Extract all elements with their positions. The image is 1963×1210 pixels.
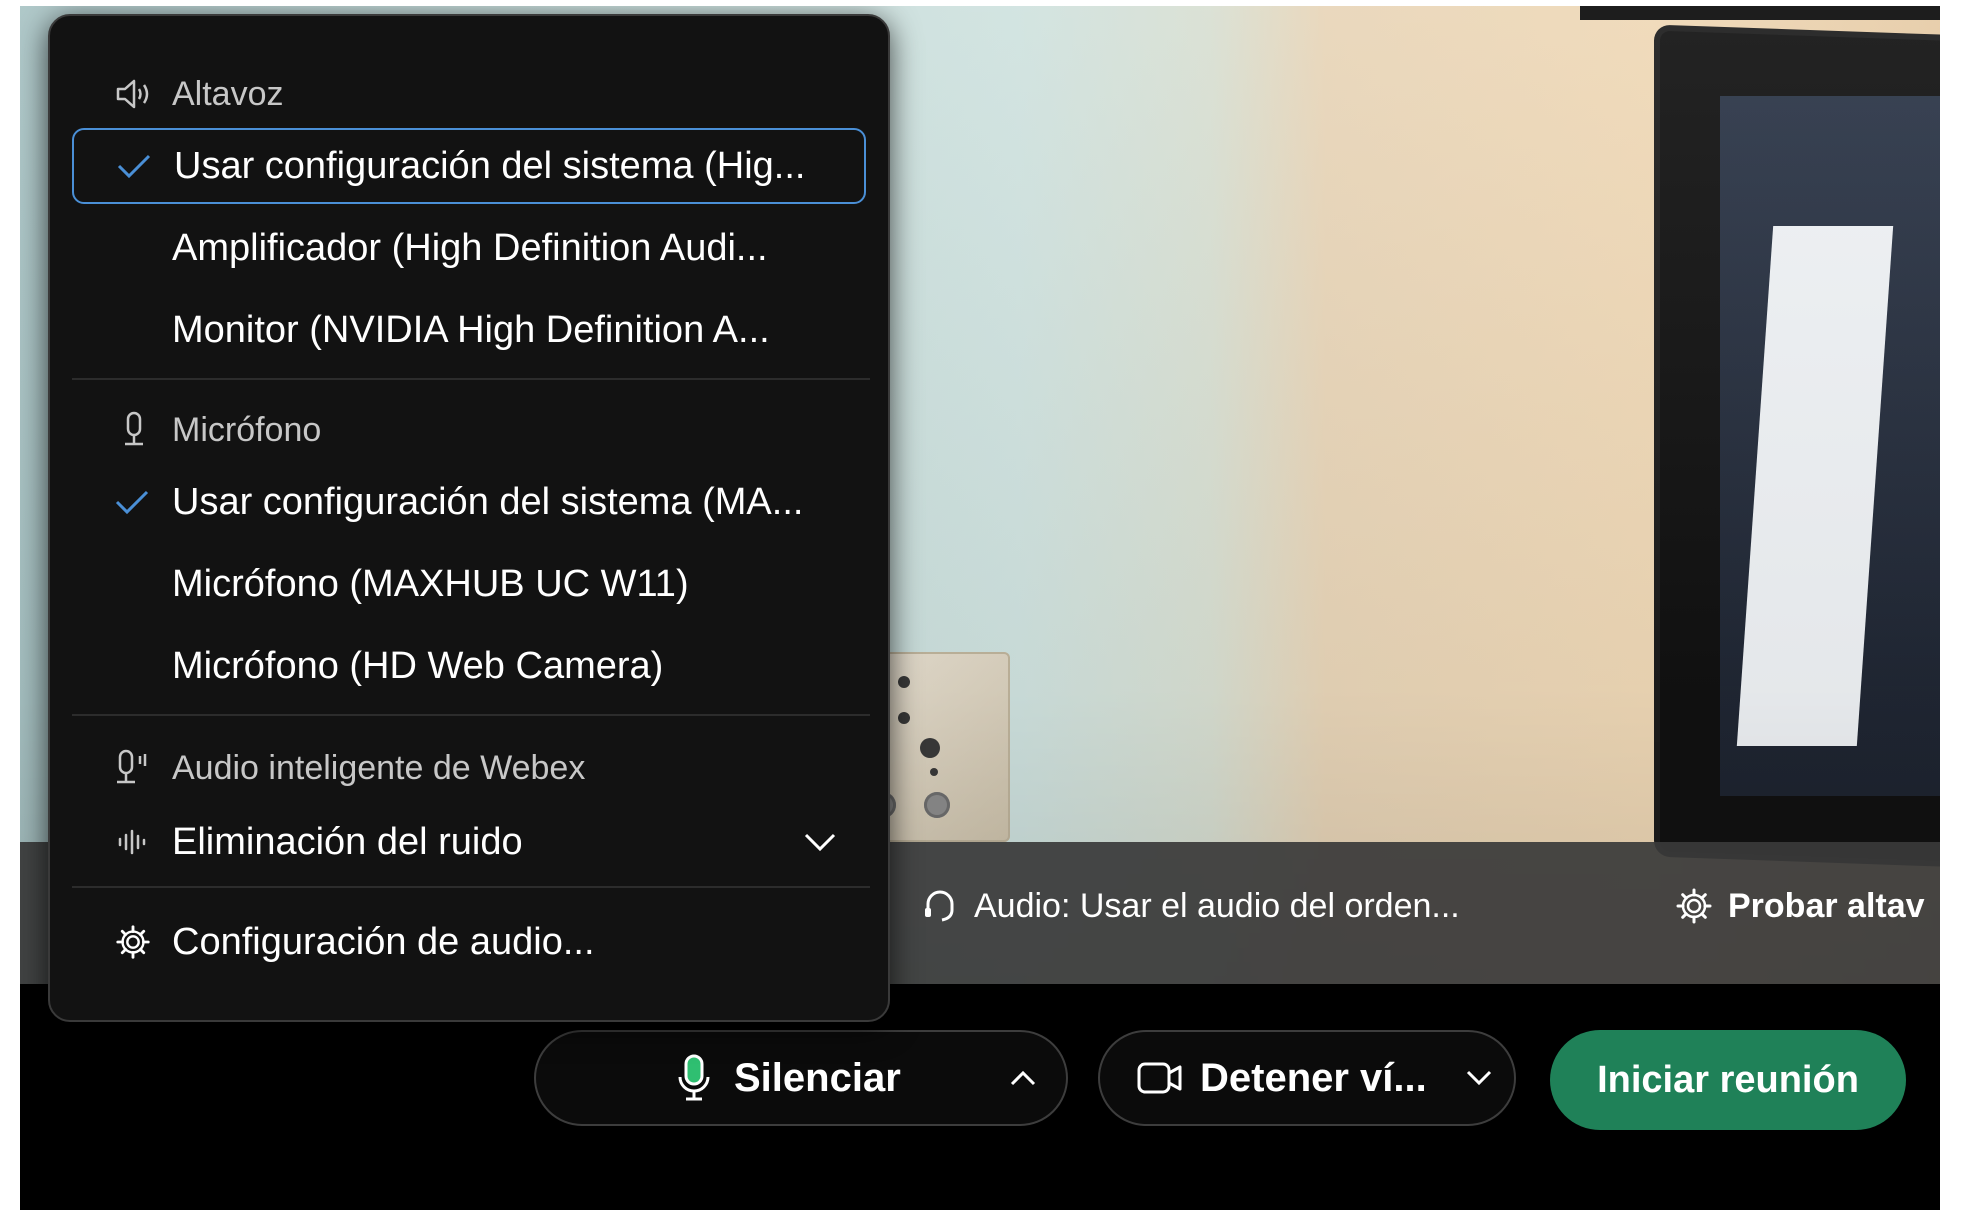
speaker-option-system[interactable]: Usar configuración del sistema (Hig... — [72, 128, 866, 204]
start-meeting-label: Iniciar reunión — [1597, 1058, 1859, 1101]
audio-connection-button[interactable]: Audio: Usar el audio del orden... — [920, 886, 1460, 926]
smart-audio-icon — [114, 748, 154, 788]
microphone-option-maxhub[interactable]: Micrófono (MAXHUB UC W11) — [72, 546, 866, 622]
mute-button[interactable]: Silenciar — [534, 1030, 1068, 1126]
stop-video-label: Detener ví... — [1200, 1055, 1427, 1100]
menu-divider — [72, 714, 870, 716]
video-camera-icon — [1136, 1060, 1184, 1096]
microphone-option-system[interactable]: Usar configuración del sistema (MA... — [72, 464, 866, 540]
gear-icon — [114, 923, 152, 961]
start-meeting-button[interactable]: Iniciar reunión — [1550, 1030, 1906, 1130]
noise-removal-label: Eliminación del ruido — [172, 820, 523, 863]
microphone-icon — [676, 1053, 712, 1103]
microphone-heading: Micrófono — [172, 410, 322, 449]
menu-divider — [72, 378, 870, 380]
smart-audio-heading: Audio inteligente de Webex — [172, 748, 586, 787]
headset-icon — [920, 886, 960, 926]
speaker-icon — [114, 76, 154, 112]
test-speaker-label: Probar altav — [1728, 886, 1925, 925]
test-speaker-button[interactable]: Probar altav — [1674, 886, 1925, 926]
audio-options-menu: Altavoz Usar configuración del sistema (… — [48, 14, 890, 1022]
checkmark-icon — [114, 488, 150, 516]
webex-preview-window: Audio: Usar el audio del orden... Probar… — [20, 6, 1940, 1210]
audio-settings-label: Configuración de audio... — [172, 920, 595, 963]
microphone-option-webcam[interactable]: Micrófono (HD Web Camera) — [72, 628, 866, 704]
microphone-icon — [114, 410, 154, 450]
checkmark-icon — [116, 152, 152, 180]
chevron-down-icon[interactable] — [1464, 1068, 1494, 1088]
chevron-up-icon[interactable] — [1008, 1068, 1038, 1088]
stop-video-button[interactable]: Detener ví... — [1098, 1030, 1516, 1126]
mute-label: Silenciar — [734, 1055, 901, 1100]
chevron-down-icon[interactable] — [802, 831, 838, 853]
speaker-option-amplifier[interactable]: Amplificador (High Definition Audi... — [72, 210, 866, 286]
audio-connection-label: Audio: Usar el audio del orden... — [974, 886, 1460, 925]
audio-settings-item[interactable]: Configuración de audio... — [72, 904, 866, 980]
speaker-option-monitor[interactable]: Monitor (NVIDIA High Definition A... — [72, 292, 866, 368]
noise-removal-dropdown[interactable]: Eliminación del ruido — [72, 804, 866, 880]
speaker-heading: Altavoz — [172, 74, 284, 113]
menu-divider — [72, 886, 870, 888]
waveform-icon — [114, 827, 150, 857]
gear-icon — [1674, 886, 1714, 926]
